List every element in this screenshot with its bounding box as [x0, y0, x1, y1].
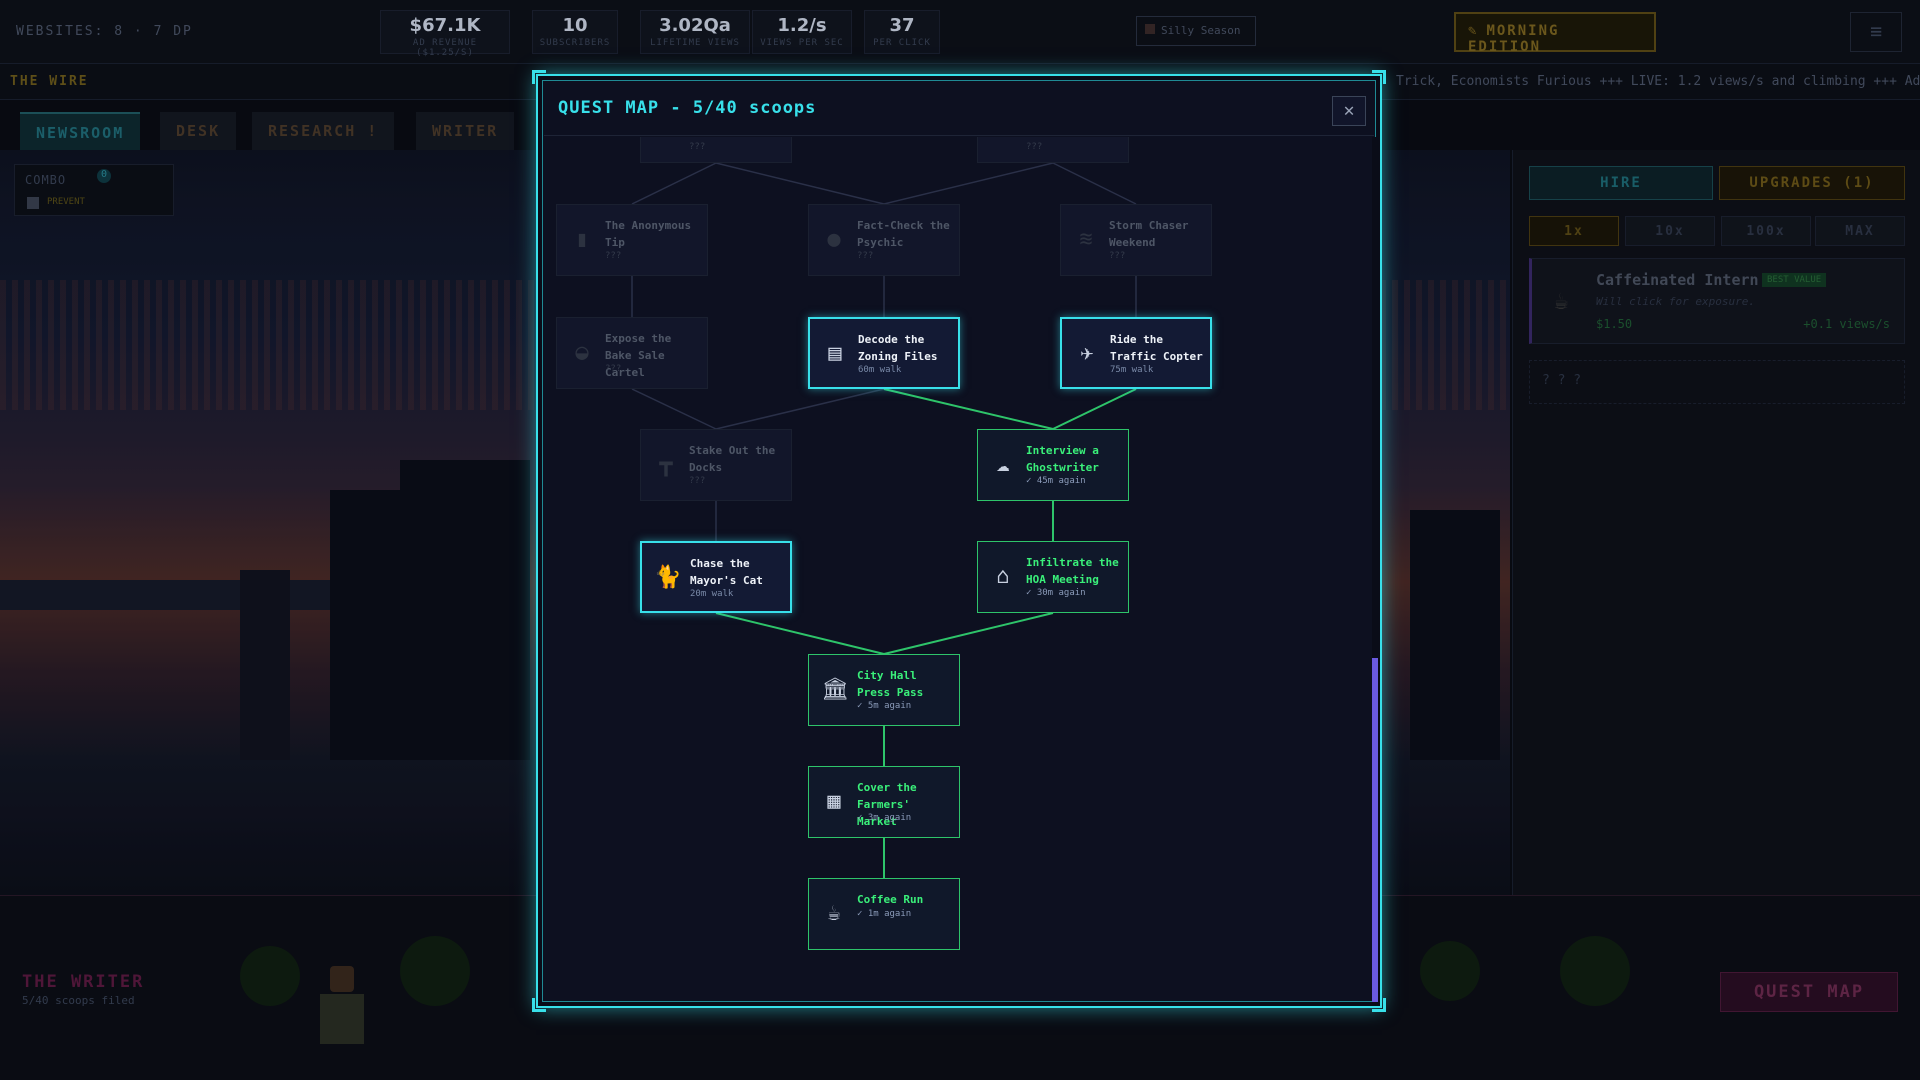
quest-icon: ? — [990, 137, 1016, 140]
quest-icon: ≋ — [1079, 227, 1093, 252]
quest-status: ??? — [857, 251, 874, 261]
quest-node-anonymous-tip[interactable]: ▮ The Anonymous Tip??? — [556, 204, 708, 276]
quest-icon: 🏛 — [821, 677, 849, 702]
quest-status: 20m walk — [690, 589, 734, 599]
quest-icon: ▮ — [575, 227, 589, 252]
quest-icon: ☕ — [827, 901, 841, 926]
scrollbar-thumb[interactable] — [1372, 658, 1378, 1002]
quest-node-bake-sale[interactable]: ◒ Expose the Bake Sale Cartel??? — [556, 317, 708, 389]
quest-name: City Hall Press Pass — [857, 669, 924, 699]
quest-status: ✓ 1m again — [857, 909, 912, 919]
quest-status: ✓ 30m again — [1026, 588, 1086, 598]
quest-name: The Anonymous Tip — [605, 219, 692, 249]
quest-link — [715, 388, 885, 430]
quest-icon: 🐈 — [654, 565, 682, 590]
quest-icon: ✈ — [1080, 341, 1094, 366]
quest-map-modal: QUEST MAP - 5/40 scoops ✕ ???????? ▮ The A… — [532, 70, 1386, 1012]
quest-name: Storm Chaser Weekend — [1109, 219, 1189, 249]
quest-link — [883, 388, 1054, 430]
quest-name: Interview a Ghostwriter — [1026, 444, 1099, 474]
quest-name: Coffee Run — [857, 893, 924, 906]
quest-status: ??? — [689, 476, 706, 486]
quest-node-traffic-copter[interactable]: ✈ Ride the Traffic Copter 75m walk — [1060, 317, 1212, 389]
quest-node-stake-docks[interactable]: ┳ Stake Out the Docks??? — [640, 429, 792, 501]
quest-name: Infiltrate the HOA Meeting — [1026, 556, 1119, 586]
quest-status: 60m walk — [858, 365, 902, 375]
frame-corner — [1372, 70, 1386, 84]
quest-status: ??? — [1109, 251, 1126, 261]
game-screen: WEBSITES: 8 · 7 DP $67.1K AD REVENUE ($1… — [0, 0, 1920, 1080]
quest-icon: ▦ — [827, 789, 841, 814]
quest-node-mayors-cat[interactable]: 🐈 Chase the Mayor's Cat 20m walk — [640, 541, 792, 613]
close-button[interactable]: ✕ — [1332, 96, 1366, 126]
quest-status: ??? — [689, 142, 706, 152]
quest-icon: ☁ — [996, 452, 1010, 477]
quest-status: 75m walk — [1110, 365, 1154, 375]
modal-title: QUEST MAP - 5/40 scoops — [558, 98, 817, 118]
quest-name: Chase the Mayor's Cat — [690, 557, 763, 587]
quest-map-canvas[interactable]: ???????? ▮ The Anonymous Tip??? ● Fact-Check… — [544, 137, 1372, 1002]
quest-icon: ┳ — [659, 452, 673, 477]
quest-node-ghostwriter[interactable]: ☁ Interview a Ghostwriter ✓ 45m again — [977, 429, 1129, 501]
quest-link — [631, 388, 717, 430]
quest-name: Stake Out the Docks — [689, 444, 776, 474]
quest-status: ??? — [605, 251, 622, 261]
quest-status: ✓ 45m again — [1026, 476, 1086, 486]
quest-node-city-hall[interactable]: 🏛 City Hall Press Pass ✓ 5m again — [808, 654, 960, 726]
quest-link — [883, 162, 1054, 205]
quest-node-coffee-run[interactable]: ☕ Coffee Run ✓ 1m again — [808, 878, 960, 950]
quest-link — [715, 162, 885, 205]
quest-node-storm-chaser[interactable]: ≋ Storm Chaser Weekend??? — [1060, 204, 1212, 276]
quest-link — [1052, 388, 1137, 430]
quest-link — [631, 162, 717, 205]
quest-icon: ● — [827, 227, 841, 252]
quest-icon: ⌂ — [996, 564, 1010, 589]
quest-name: Decode the Zoning Files — [858, 333, 938, 363]
quest-node-zoning-files[interactable]: ▤ Decode the Zoning Files 60m walk — [808, 317, 960, 389]
modal-header: QUEST MAP - 5/40 scoops ✕ — [544, 82, 1374, 136]
quest-icon: ▤ — [828, 341, 842, 366]
close-icon: ✕ — [1343, 100, 1355, 121]
quest-node-farmers-market[interactable]: ▦ Cover the Farmers' Market ✓ 3m again — [808, 766, 960, 838]
quest-link — [883, 612, 1054, 655]
quest-node-top-left-stub[interactable]: ???? — [640, 137, 792, 163]
quest-status: ✓ 3m again — [857, 813, 912, 823]
quest-status: ✓ 5m again — [857, 701, 912, 711]
quest-name: Fact-Check the Psychic — [857, 219, 950, 249]
quest-icon: ◒ — [575, 340, 589, 365]
quest-status: ??? — [605, 364, 622, 374]
quest-node-top-right-stub[interactable]: ???? — [977, 137, 1129, 163]
quest-status: ??? — [1026, 142, 1043, 152]
quest-node-fact-check[interactable]: ● Fact-Check the Psychic??? — [808, 204, 960, 276]
quest-link — [715, 612, 885, 655]
quest-link — [1052, 162, 1137, 205]
quest-node-hoa-meeting[interactable]: ⌂ Infiltrate the HOA Meeting ✓ 30m again — [977, 541, 1129, 613]
quest-name: Ride the Traffic Copter — [1110, 333, 1203, 363]
quest-icon: ? — [653, 137, 679, 140]
